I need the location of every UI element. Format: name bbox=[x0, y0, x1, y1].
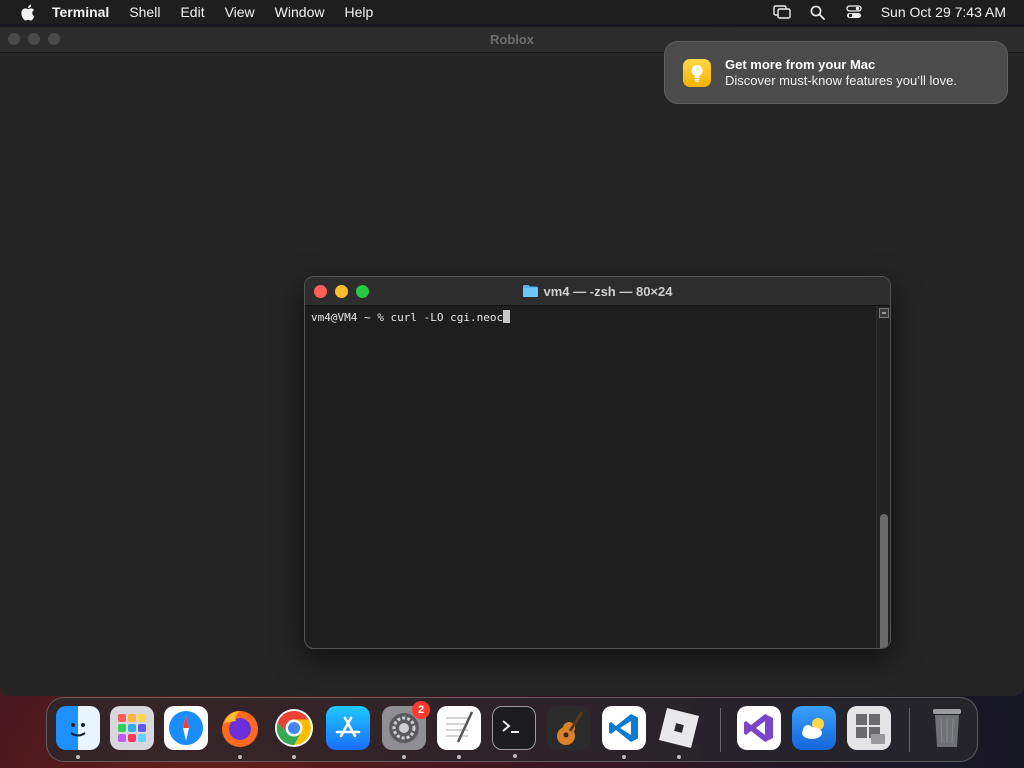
safari-icon[interactable] bbox=[164, 706, 208, 750]
notification-banner[interactable]: Get more from your Mac Discover must-kno… bbox=[664, 41, 1008, 104]
menu-bar: Terminal Shell Edit View Window Help Sun… bbox=[0, 0, 1024, 24]
running-indicator bbox=[457, 755, 461, 759]
running-indicator bbox=[76, 755, 80, 759]
garageband-icon[interactable] bbox=[547, 706, 591, 750]
folder-icon bbox=[522, 285, 538, 297]
menu-clock[interactable]: Sun Oct 29 7:43 AM bbox=[881, 4, 1006, 20]
terminal-titlebar[interactable]: vm4 — -zsh — 80×24 bbox=[305, 277, 890, 306]
menu-view[interactable]: View bbox=[225, 4, 255, 20]
roblox-icon[interactable] bbox=[657, 706, 701, 759]
notification-title: Get more from your Mac bbox=[725, 56, 876, 72]
terminal-window-title: vm4 — -zsh — 80×24 bbox=[543, 283, 673, 299]
split-pane-icon[interactable] bbox=[879, 308, 889, 318]
notification-badge: 2 bbox=[412, 701, 430, 719]
boot-camp-icon[interactable] bbox=[847, 706, 891, 750]
running-indicator bbox=[677, 755, 681, 759]
running-indicator bbox=[292, 755, 296, 759]
close-button[interactable] bbox=[314, 285, 327, 298]
terminal-text-area[interactable]: vm4@VM4 ~ % curl -LO cgi.neoc bbox=[305, 306, 876, 648]
menu-edit[interactable]: Edit bbox=[180, 4, 204, 20]
menu-shell[interactable]: Shell bbox=[129, 4, 160, 20]
running-indicator bbox=[622, 755, 626, 759]
trash-icon[interactable] bbox=[925, 706, 969, 750]
text-cursor bbox=[503, 310, 511, 323]
terminal-icon[interactable] bbox=[492, 706, 536, 758]
visual-studio-icon[interactable] bbox=[737, 706, 781, 750]
running-indicator bbox=[402, 755, 406, 759]
roblox-window-title: Roblox bbox=[489, 32, 535, 47]
weather-icon[interactable] bbox=[792, 706, 836, 750]
finder-icon[interactable] bbox=[56, 706, 100, 759]
terminal-prompt: vm4@VM4 ~ % bbox=[311, 311, 391, 324]
firefox-icon[interactable] bbox=[218, 706, 262, 759]
spotlight-search-icon[interactable] bbox=[809, 3, 827, 21]
roblox-maximize-button[interactable] bbox=[48, 33, 60, 45]
roblox-close-button[interactable] bbox=[8, 33, 20, 45]
screen-mirroring-icon[interactable] bbox=[773, 3, 791, 21]
minimize-button[interactable] bbox=[335, 285, 348, 298]
maximize-button[interactable] bbox=[356, 285, 369, 298]
menu-window[interactable]: Window bbox=[275, 4, 325, 20]
launchpad-icon[interactable] bbox=[110, 706, 154, 750]
running-indicator bbox=[238, 755, 242, 759]
vscode-icon[interactable] bbox=[602, 706, 646, 759]
app-store-icon[interactable] bbox=[326, 706, 370, 750]
roblox-minimize-button[interactable] bbox=[28, 33, 40, 45]
menu-app-terminal[interactable]: Terminal bbox=[52, 4, 109, 20]
system-settings-icon[interactable]: 2 bbox=[382, 701, 430, 759]
running-indicator bbox=[513, 754, 517, 758]
dock-separator bbox=[909, 708, 910, 752]
scrollbar-thumb[interactable] bbox=[880, 514, 888, 648]
terminal-command-input[interactable]: curl -LO cgi.neoc bbox=[390, 311, 503, 324]
dock: 2 bbox=[46, 697, 978, 762]
menu-help[interactable]: Help bbox=[344, 4, 373, 20]
textedit-icon[interactable] bbox=[437, 706, 481, 759]
apple-menu-icon[interactable] bbox=[18, 3, 36, 21]
tips-lightbulb-icon bbox=[683, 58, 711, 87]
terminal-window: vm4 — -zsh — 80×24 vm4@VM4 ~ % curl -LO … bbox=[304, 276, 891, 649]
roblox-window-controls bbox=[8, 33, 60, 45]
notification-body: Discover must-know features you’ll love. bbox=[725, 72, 957, 88]
terminal-window-controls bbox=[314, 285, 369, 298]
dock-separator bbox=[720, 708, 721, 752]
chrome-icon[interactable] bbox=[272, 706, 316, 759]
terminal-scrollbar[interactable] bbox=[876, 306, 890, 648]
control-center-icon[interactable] bbox=[845, 3, 863, 21]
